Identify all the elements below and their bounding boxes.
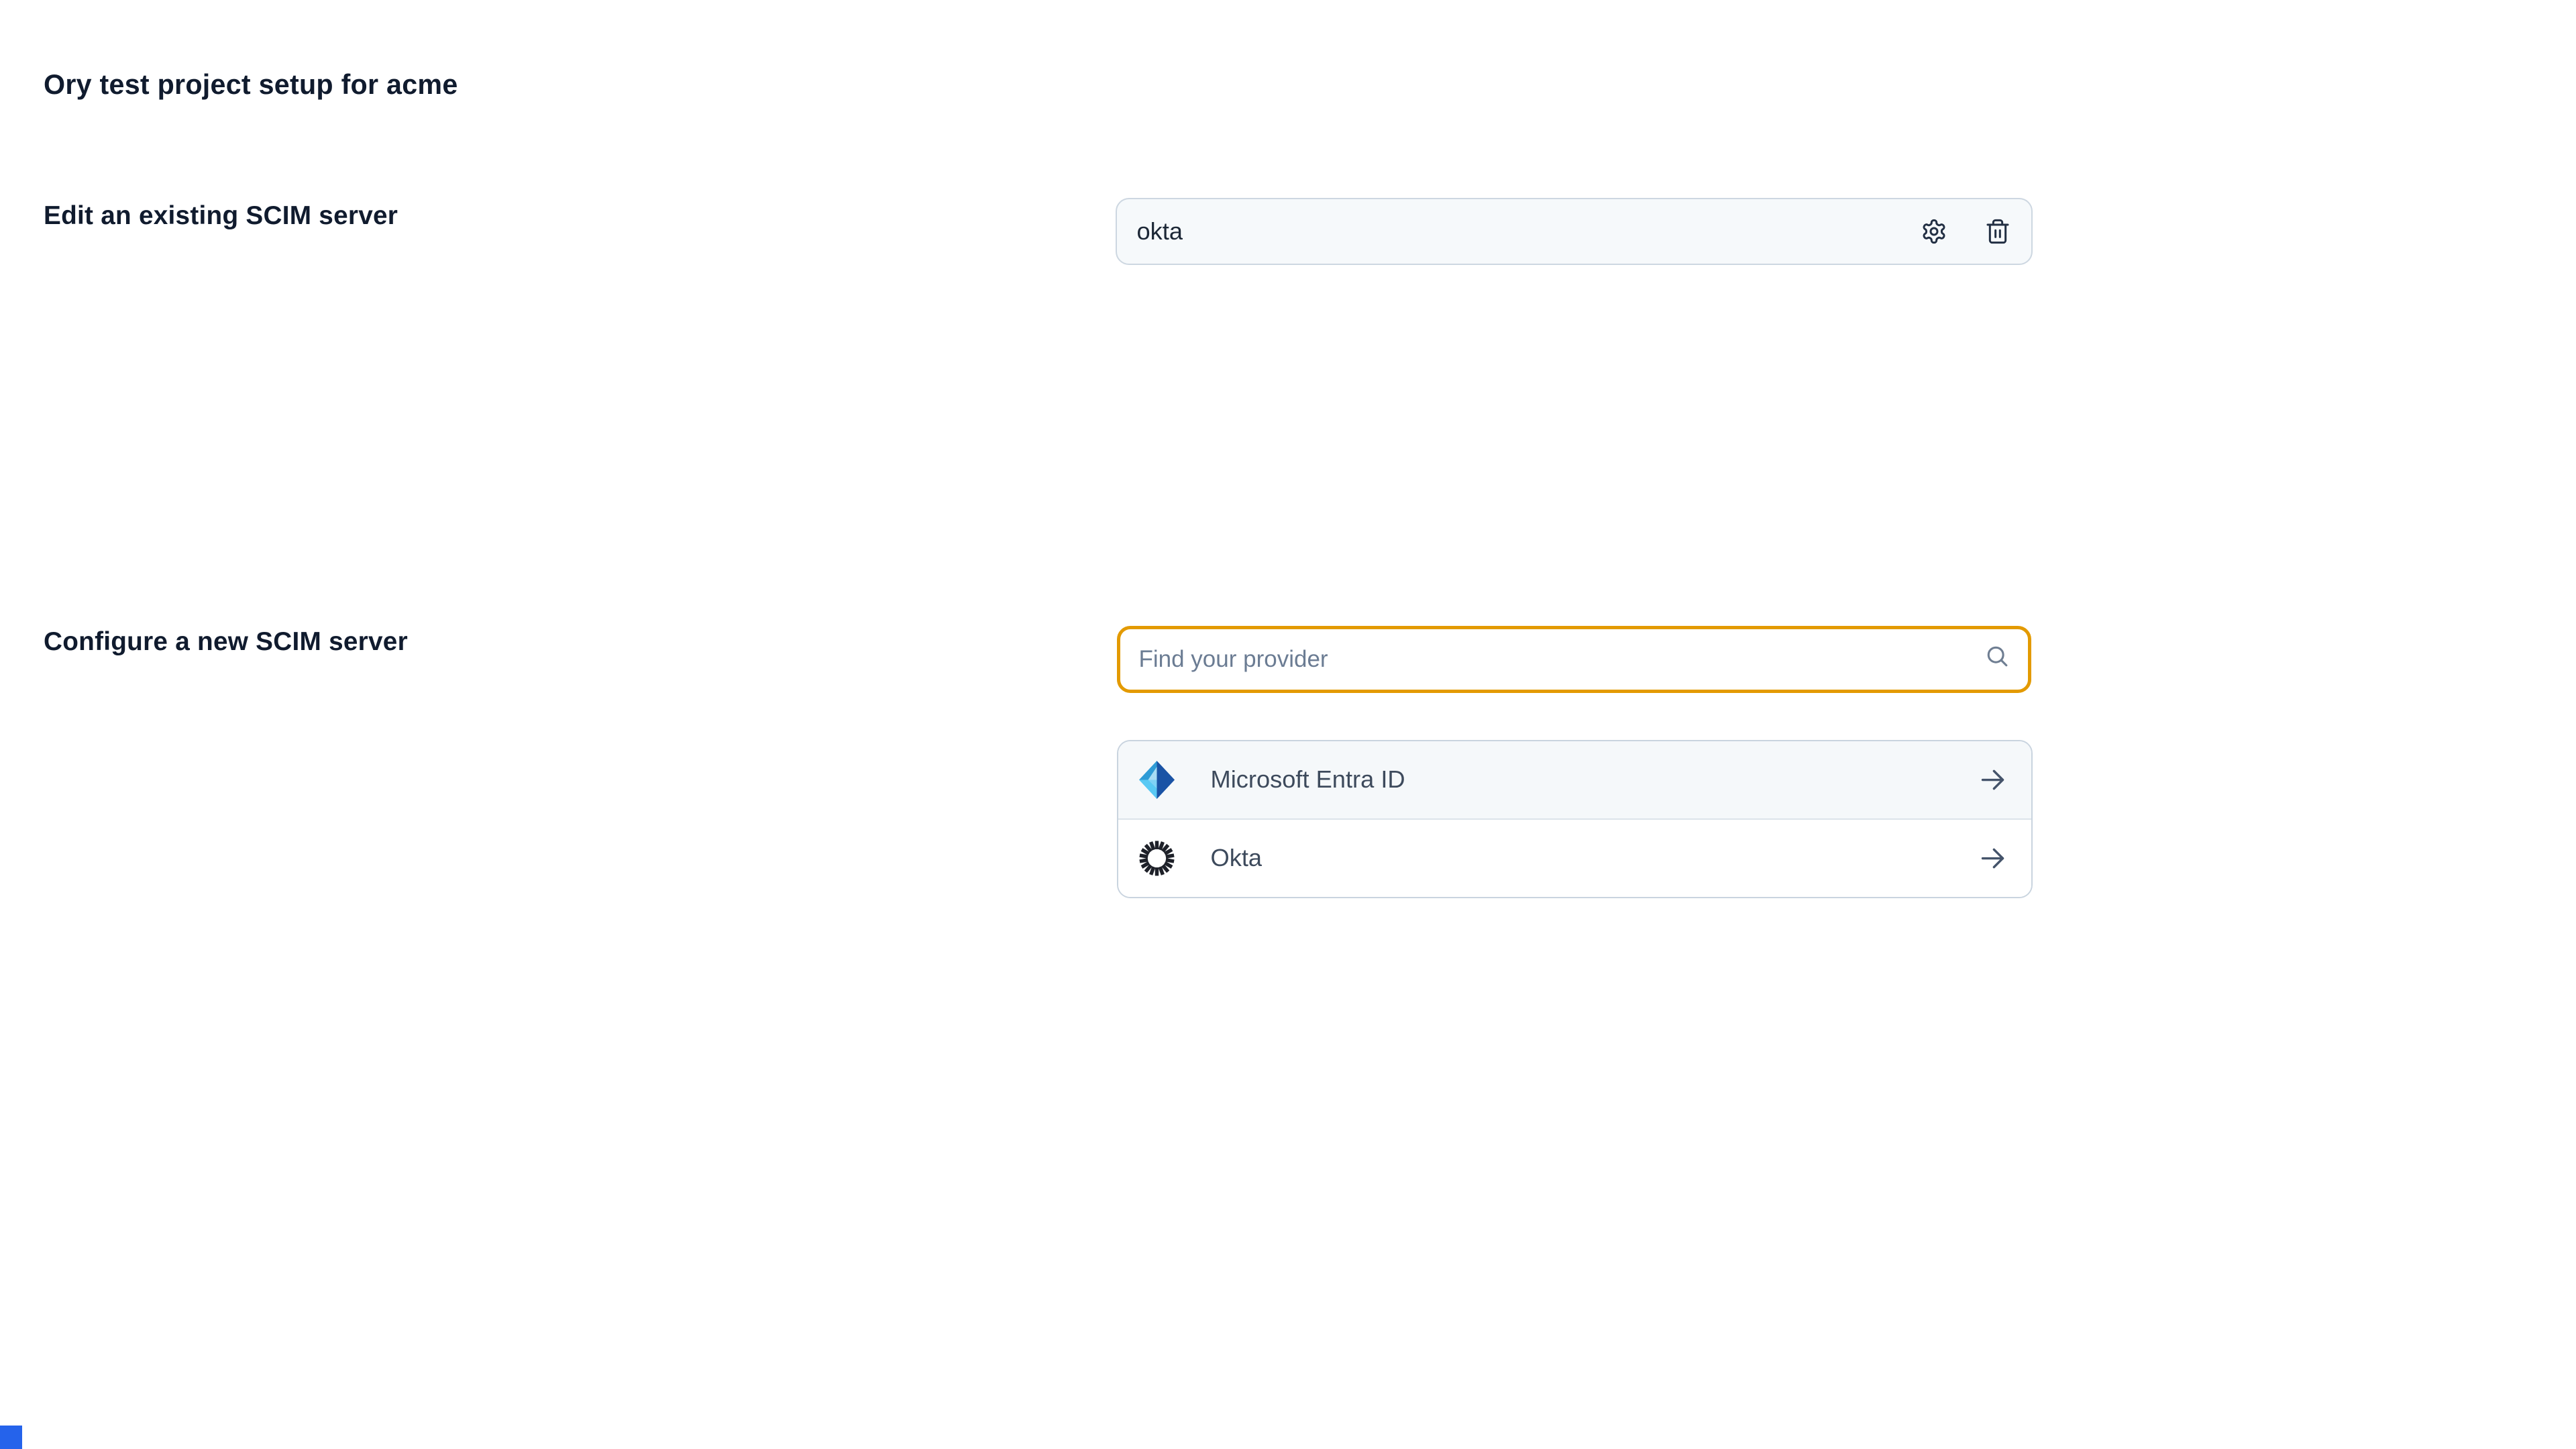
trash-icon (1984, 218, 2011, 245)
scim-setup-page: Ory test project setup for acme Edit an … (0, 0, 2576, 1449)
scim-server-name: okta (1137, 217, 1183, 246)
page-title: Ory test project setup for acme (44, 69, 458, 101)
search-icon (1984, 643, 2010, 676)
provider-row-okta[interactable]: Okta (1118, 818, 2031, 897)
okta-icon (1135, 837, 1179, 880)
server-actions (1921, 218, 2011, 245)
arrow-right-icon (1978, 843, 2008, 873)
configure-server-button[interactable] (1921, 218, 1947, 245)
provider-name: Microsoft Entra ID (1211, 765, 1405, 794)
delete-server-button[interactable] (1984, 218, 2011, 245)
provider-row-microsoft-entra-id[interactable]: Microsoft Entra ID (1118, 741, 2031, 818)
cursor-position-marker (0, 1426, 22, 1449)
gear-icon (1921, 218, 1947, 245)
new-scim-heading: Configure a new SCIM server (44, 627, 408, 657)
provider-list: Microsoft Entra ID (1117, 740, 2033, 898)
arrow-right-icon (1978, 765, 2008, 795)
existing-scim-server-card: okta (1116, 198, 2033, 265)
microsoft-entra-id-icon (1135, 758, 1179, 802)
provider-search-input[interactable] (1139, 646, 1971, 673)
existing-scim-heading: Edit an existing SCIM server (44, 201, 398, 231)
provider-name: Okta (1211, 844, 1263, 872)
provider-search-box (1117, 626, 2031, 693)
